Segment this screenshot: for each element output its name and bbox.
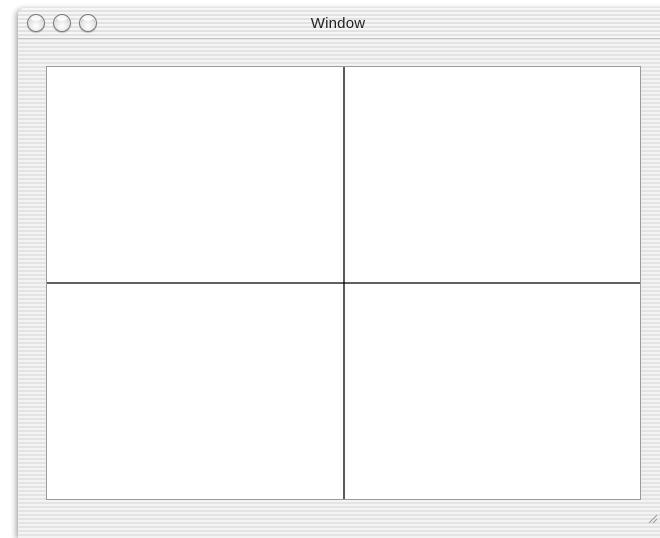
window-title: Window xyxy=(310,15,366,32)
title-bar[interactable]: Window xyxy=(18,8,660,39)
custom-view[interactable] xyxy=(46,66,641,500)
app-window: Window xyxy=(18,8,660,538)
resize-grip-icon[interactable] xyxy=(646,512,658,524)
crosshair-canvas xyxy=(47,67,640,499)
